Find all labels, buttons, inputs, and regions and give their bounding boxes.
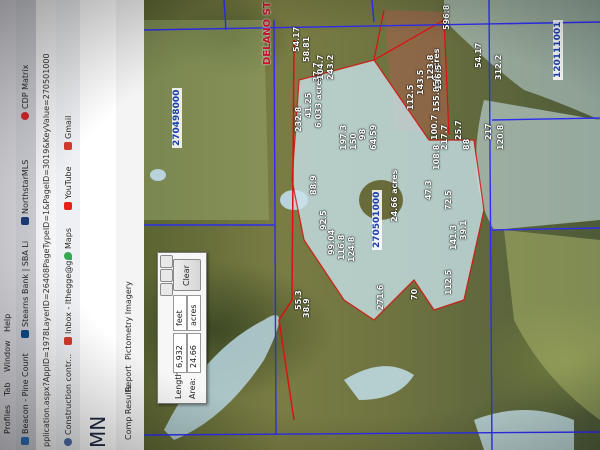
segment-label: 104.7: [316, 54, 325, 80]
segment-label: 99.04: [327, 229, 336, 255]
segment-label: 41.25: [304, 92, 313, 118]
mls-icon: [21, 217, 29, 225]
toolbar-pictometry[interactable]: Pictometry Imagery: [124, 281, 133, 360]
parcel-line-3: [273, 19, 277, 436]
area-unit-select[interactable]: acres: [187, 295, 201, 331]
lake-4: [444, 0, 600, 120]
measure-tool-panel: Length: Area: 6,932 24.66 feet acres Cle…: [157, 252, 207, 404]
length-label: Length:: [174, 368, 183, 399]
bookmark-maps[interactable]: Maps: [64, 228, 73, 260]
area-label-24-66: 24.66 acres: [390, 169, 399, 222]
segment-label: 596.8: [442, 4, 451, 30]
address-bar[interactable]: pplication.aspx?AppID=1978LayerID=26408P…: [36, 0, 57, 450]
youtube-icon: [64, 202, 72, 210]
segment-label: 92.5: [319, 210, 328, 230]
menu-item-window[interactable]: Window: [3, 340, 12, 372]
tab-stearns-bank[interactable]: Stearns Bank | SBA Li: [21, 241, 30, 338]
segment-label: 141.3: [449, 224, 458, 250]
segment-label: 150: [349, 133, 358, 150]
area-label: Area:: [188, 377, 197, 399]
toolbar-comp-results[interactable]: Comp Results: [124, 385, 133, 440]
gmail-icon: [64, 337, 72, 345]
parcel-id-270501000[interactable]: 270501000: [372, 189, 382, 250]
segment-label: 312.2: [494, 54, 503, 80]
field-1: [504, 230, 600, 420]
toolbar-report[interactable]: Report: [124, 365, 133, 392]
segment-label: 120.8: [496, 124, 505, 150]
tab-cdp-matrix[interactable]: CDP Matrix: [21, 65, 30, 120]
segment-label: 136.5: [434, 64, 443, 90]
segment-label: 39.1: [459, 220, 468, 240]
segment-label: 217: [484, 123, 493, 140]
segment-label: 232.8: [294, 106, 303, 132]
segment-label: 58.81: [302, 36, 311, 62]
measure-area-icon[interactable]: [160, 269, 173, 282]
cdp-icon: [21, 112, 29, 120]
browser-chrome: Profiles Tab Window Help Beacon - Pine C…: [0, 0, 145, 450]
segment-label: 98: [358, 128, 367, 140]
segment-label: 100.7: [430, 114, 439, 140]
segment-label: 112.5: [444, 269, 453, 295]
bookmark-inbox[interactable]: Inbox - lthegge@g...: [64, 253, 73, 345]
clear-button[interactable]: Clear: [173, 259, 201, 291]
tab-northstarmls[interactable]: NorthstarMLS: [21, 160, 30, 225]
segment-label: 64.59: [369, 124, 378, 150]
segment-label: 25.7: [454, 120, 463, 140]
segment-label: 124.8: [347, 236, 356, 262]
segment-label: 217.7: [440, 124, 449, 150]
measure-tool-icon[interactable]: [160, 255, 173, 268]
lake-2: [344, 366, 414, 400]
bookmarks-bar: Construction contr... Inbox - lthegge@g.…: [56, 0, 81, 450]
segment-label: 116.8: [337, 234, 346, 260]
length-unit-select[interactable]: feet: [173, 295, 187, 331]
globe-icon: [64, 438, 72, 446]
road-label: DELANO ST: [262, 1, 273, 65]
segment-label: 72.5: [444, 190, 453, 210]
measure-line-1: [278, 39, 295, 421]
segment-label: 47.3: [424, 180, 433, 200]
length-value-field: 6,932: [173, 333, 187, 373]
segment-label: 54.17: [474, 42, 483, 68]
parcel-id-120111001[interactable]: 120111001: [553, 19, 563, 80]
pond-1: [150, 169, 166, 181]
segment-label: 38.9: [302, 298, 311, 318]
bookmark-youtube[interactable]: YouTube: [64, 166, 73, 210]
lake-3: [474, 410, 574, 450]
area-label-6-033: 6.033 acres: [314, 75, 323, 128]
bookmark-gmail[interactable]: Gmail: [64, 116, 73, 150]
beacon-icon: [21, 437, 29, 445]
segment-label: 143.5: [416, 69, 425, 95]
tab-strip: Beacon - Pine Count Stearns Bank | SBA L…: [16, 0, 37, 450]
area-value-field: 24.66: [187, 333, 201, 373]
segment-label: 112.5: [406, 84, 415, 110]
segment-label: 271.6: [376, 284, 385, 310]
parcel-id-270498000[interactable]: 270498000: [172, 87, 182, 148]
gmail-icon: [64, 142, 72, 150]
url-text: pplication.aspx?AppID=1978LayerID=26408P…: [42, 53, 51, 447]
tab-beacon[interactable]: Beacon - Pine Count: [21, 353, 30, 445]
page-heading: MN: [86, 415, 110, 448]
menu-item-tab[interactable]: Tab: [3, 382, 12, 396]
segment-label: 54.17: [292, 26, 301, 52]
field-2: [144, 20, 269, 220]
menu-item-help[interactable]: Help: [3, 314, 12, 332]
app-toolbar: Comp Results Report Pictometry Imagery: [116, 0, 145, 450]
segment-label: 88: [462, 138, 471, 150]
menu-bar: Profiles Tab Window Help: [0, 0, 17, 450]
menu-item-profiles[interactable]: Profiles: [3, 405, 12, 434]
segment-label: 197.3: [339, 124, 348, 150]
screen: Profiles Tab Window Help Beacon - Pine C…: [0, 0, 600, 450]
maps-pin-icon: [64, 252, 72, 260]
bookmark-construction[interactable]: Construction contr...: [64, 354, 73, 446]
parcel-line-9: [371, 0, 375, 23]
segment-label: 88.9: [309, 175, 318, 195]
map-view[interactable]: DELANO ST 270498000 270501000 120111001 …: [144, 0, 600, 450]
page-header: MN: [80, 0, 116, 450]
segment-label: 243.2: [326, 54, 335, 80]
bank-icon: [21, 330, 29, 338]
segment-label: 70: [410, 288, 419, 300]
measure-point-icon[interactable]: [160, 283, 173, 296]
